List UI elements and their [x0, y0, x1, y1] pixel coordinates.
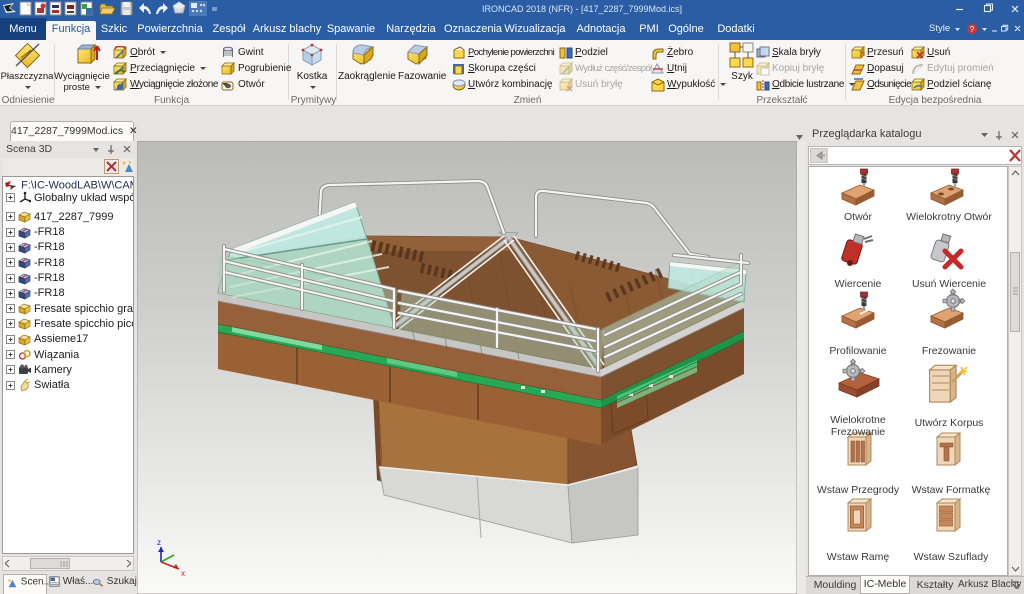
- svg-text:x: x: [181, 569, 185, 578]
- svg-text:z: z: [157, 538, 161, 547]
- svg-text:?: ?: [970, 25, 975, 34]
